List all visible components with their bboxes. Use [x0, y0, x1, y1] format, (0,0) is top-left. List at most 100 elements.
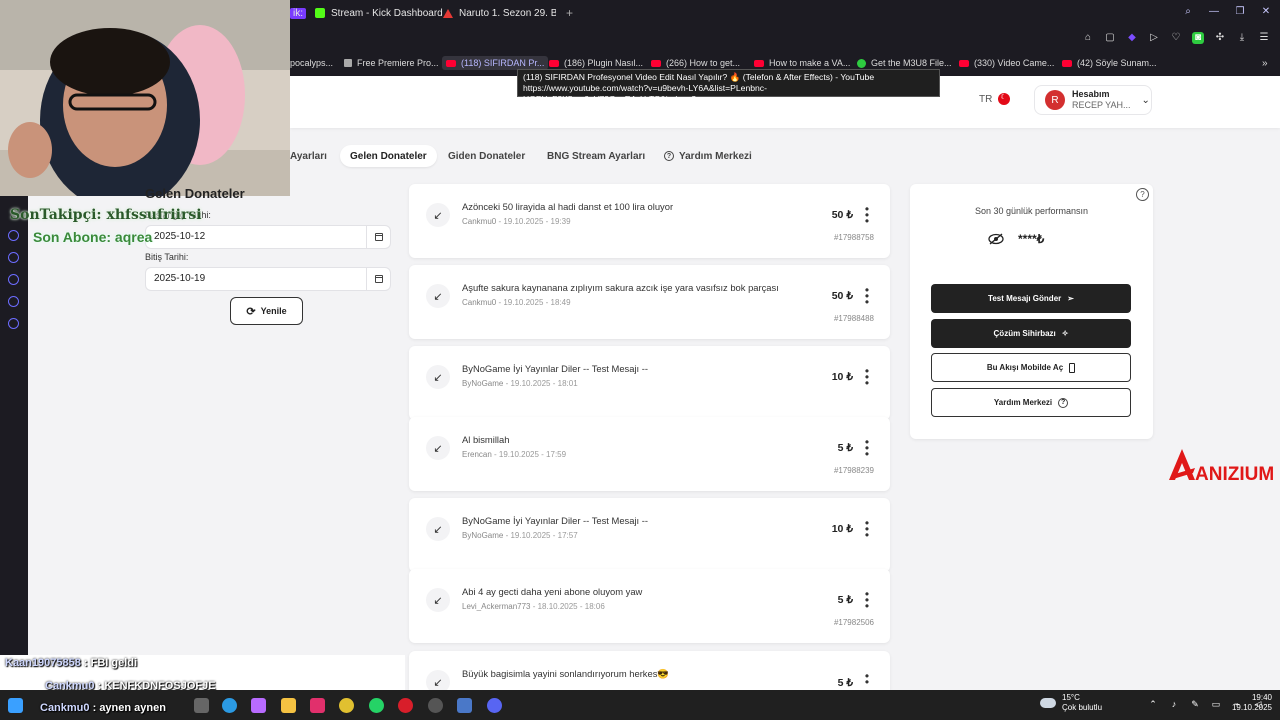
donation-user: ByNoGame: [462, 379, 504, 388]
end-date-field[interactable]: 2025-10-19: [145, 267, 391, 291]
donation-date: 19.10.2025 - 17:57: [510, 531, 578, 540]
app-side-strip: [0, 196, 28, 676]
close-icon[interactable]: ✕: [1260, 6, 1272, 18]
refresh-button[interactable]: ⟳ Yenile: [230, 297, 303, 325]
tab-incoming-donations[interactable]: Gelen Donateler: [340, 145, 437, 167]
help-center-button[interactable]: Yardım Merkezi?: [931, 388, 1131, 417]
more-vertical-icon[interactable]: • • •: [864, 517, 870, 541]
start-date-field[interactable]: 2025-10-12: [145, 225, 391, 249]
donation-card[interactable]: ↙ ByNoGame İyi Yayınlar Diler -- Test Me…: [409, 498, 890, 572]
copilot-icon[interactable]: [251, 698, 266, 713]
minimize-icon[interactable]: —: [1208, 6, 1220, 18]
more-vertical-icon[interactable]: • • •: [864, 436, 870, 460]
tab-naruto[interactable]: Naruto 1. Sezon 29. Bölüm: [443, 4, 556, 22]
chevron-up-icon[interactable]: ⌃: [1148, 699, 1158, 709]
steam-icon[interactable]: [457, 698, 472, 713]
more-vertical-icon[interactable]: • • •: [864, 365, 870, 389]
folder-icon[interactable]: [281, 698, 296, 713]
puzzle-icon[interactable]: ✣: [1214, 32, 1226, 44]
donation-card[interactable]: ↙ Abi 4 ay gecti daha yeni abone oluyom …: [409, 569, 890, 643]
sidebar-icon[interactable]: [8, 274, 19, 285]
button-label: Yardım Merkezi: [993, 398, 1053, 407]
help-icon[interactable]: ?: [1136, 188, 1149, 201]
donation-date: 19.10.2025 - 18:01: [510, 379, 578, 388]
opera-icon[interactable]: [398, 698, 413, 713]
donation-card[interactable]: ↙ Büyük bagisimla yayini sonlandırıyorum…: [409, 651, 890, 694]
bookmark-item[interactable]: (186) Plugin Nasıl...: [549, 56, 643, 70]
donation-message: Al bismillah: [462, 434, 510, 445]
menu-icon[interactable]: ☰: [1258, 32, 1270, 44]
tab-bng-stream-settings[interactable]: BNG Stream Ayarları: [537, 145, 655, 167]
language-selector[interactable]: TR: [979, 93, 1011, 105]
open-on-mobile-button[interactable]: Bu Akışı Mobilde Aç: [931, 353, 1131, 382]
whatsapp-icon[interactable]: [369, 698, 384, 713]
performance-value: ****₺: [1018, 232, 1045, 246]
bookmark-label: (186) Plugin Nasıl...: [564, 58, 644, 68]
bookmark-item[interactable]: Get the M3U8 File...: [857, 56, 952, 70]
tab-label: Gelen Donateler: [350, 150, 427, 162]
download-icon[interactable]: ⤓: [1236, 32, 1248, 44]
more-vertical-icon[interactable]: • • •: [864, 588, 870, 612]
sidebar-icon[interactable]: [8, 230, 19, 241]
donation-card[interactable]: ↙ Aşufte sakura kaynanana zıplıyım sakur…: [409, 265, 890, 339]
microphone-icon[interactable]: ♪: [1169, 699, 1179, 709]
restore-icon[interactable]: ❐: [1234, 6, 1246, 18]
sidebar-icon[interactable]: [8, 252, 19, 263]
extension-green-icon[interactable]: ◙: [1192, 32, 1204, 44]
pen-icon[interactable]: ✎: [1190, 699, 1200, 709]
edge-icon[interactable]: [222, 698, 237, 713]
new-tab-button[interactable]: +: [566, 4, 573, 22]
donation-user: Cankmu0: [462, 298, 497, 307]
turkey-flag-icon: [998, 93, 1011, 105]
search-icon[interactable]: ⌕: [1182, 6, 1194, 18]
toolbar-icons: ⌂ ▢ ◆ ▷ ♡ ◙ ✣ ⤓ ☰: [1082, 32, 1270, 44]
start-icon[interactable]: [8, 698, 23, 713]
webcam-feed: [0, 0, 290, 196]
calendar-icon[interactable]: [366, 268, 390, 290]
tab-help-center[interactable]: ? Yardım Merkezi: [654, 145, 762, 167]
weather-widget[interactable]: 15°C Çok bulutlu: [1040, 693, 1102, 713]
bookmark-item[interactable]: pocalyps...: [290, 56, 333, 70]
bookmark-icon[interactable]: ⌂: [1082, 32, 1094, 44]
solution-wizard-button[interactable]: Çözüm Sihirbazı ✧: [931, 319, 1131, 348]
tab-kick-dashboard[interactable]: Stream - Kick Dashboard: [315, 4, 443, 22]
bookmark-item[interactable]: (266) How to get...: [651, 56, 740, 70]
sidebar-icon[interactable]: [8, 296, 19, 307]
avatar: R: [1045, 90, 1065, 110]
heart-icon[interactable]: ♡: [1170, 32, 1182, 44]
screenshot-icon[interactable]: ▢: [1104, 32, 1116, 44]
play-icon[interactable]: ▷: [1148, 32, 1160, 44]
gear-icon[interactable]: [8, 318, 19, 329]
donation-card[interactable]: ↙ ByNoGame İyi Yayınlar Diler -- Test Me…: [409, 346, 890, 420]
donation-card[interactable]: ↙ Azönceki 50 lirayida al hadi danst et …: [409, 184, 890, 258]
chrome-icon[interactable]: [339, 698, 354, 713]
bookmark-item[interactable]: (42) Söyle Sunam...: [1062, 56, 1157, 70]
account-menu[interactable]: R Hesabım RECEP YAH... ⌄: [1034, 85, 1152, 115]
chat-text: : FBI geldi: [83, 657, 138, 669]
monitor-icon[interactable]: ▭: [1211, 699, 1221, 709]
donation-card[interactable]: ↙ Al bismillah Erencan - 19.10.2025 - 17…: [409, 417, 890, 491]
tab-outgoing-donations[interactable]: Giden Donateler: [438, 145, 535, 167]
discord-icon[interactable]: [487, 698, 502, 713]
bookmark-item[interactable]: How to make a VA...: [754, 56, 850, 70]
calendar-icon[interactable]: [366, 226, 390, 248]
eye-off-icon[interactable]: [988, 233, 1004, 245]
more-vertical-icon[interactable]: • • •: [864, 203, 870, 227]
obs-icon[interactable]: [428, 698, 443, 713]
bookmark-item[interactable]: Free Premiere Pro...: [344, 56, 439, 70]
tab-clipped[interactable]: ik:: [290, 4, 306, 22]
window-controls: ⌕ — ❐ ✕: [1182, 6, 1272, 18]
instagram-icon[interactable]: [310, 698, 325, 713]
shield-icon[interactable]: ◆: [1126, 32, 1138, 44]
send-test-message-button[interactable]: Test Mesajı Gönder ➢: [931, 284, 1131, 313]
bookmarks-overflow-icon[interactable]: »: [1262, 56, 1268, 70]
taskview-icon[interactable]: [194, 698, 209, 713]
bookmark-item[interactable]: (330) Video Came...: [959, 56, 1054, 70]
more-vertical-icon[interactable]: • • •: [864, 284, 870, 308]
more-vertical-icon[interactable]: • •: [864, 670, 870, 688]
clock[interactable]: 19:40 19.10.2025: [1226, 693, 1272, 713]
donation-meta: Cankmu0 - 19.10.2025 - 18:49: [462, 298, 571, 307]
donation-user: Levi_Ackerman773: [462, 602, 531, 611]
tab-label: Naruto 1. Sezon 29. Bölüm: [459, 7, 556, 19]
bookmark-item[interactable]: (118) SIFIRDAN Pr...: [442, 56, 549, 70]
